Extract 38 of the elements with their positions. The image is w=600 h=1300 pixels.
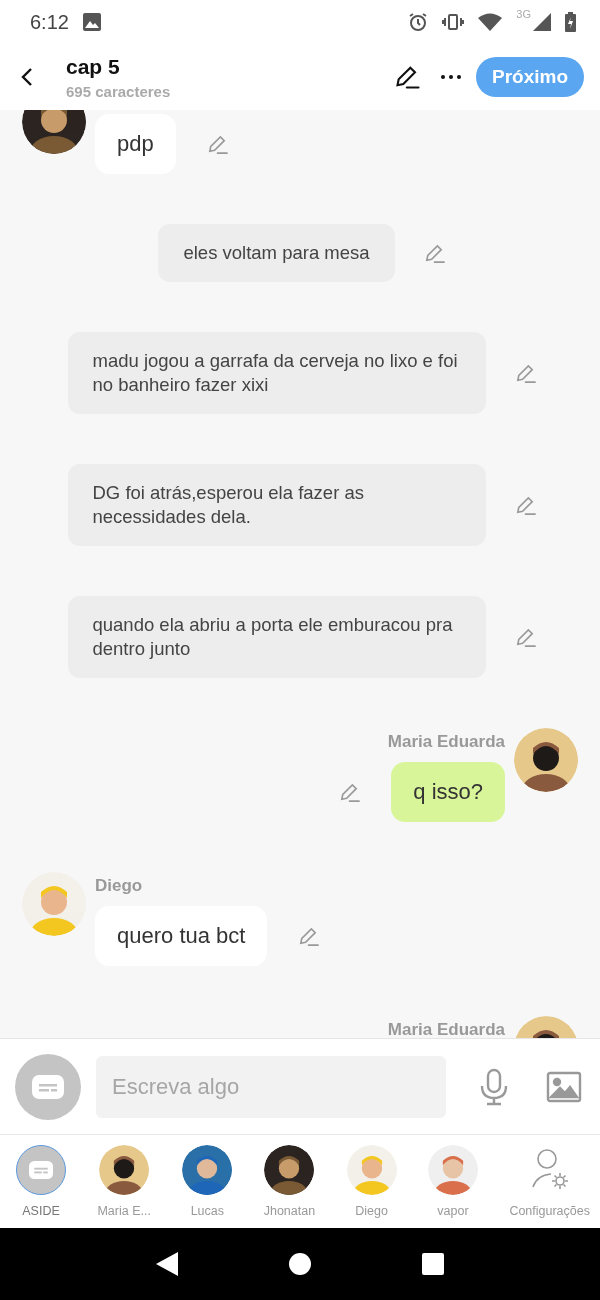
character-tab[interactable]: vapor [427,1145,478,1218]
narration-bubble: eles voltam para mesa [158,224,395,282]
narration-bubble: madu jogou a garrafa da cerveja no lixo e foi no banheiro fazer xixi [67,332,486,414]
character-name: Maria Eduarda [387,732,505,752]
character-count: 695 caracteres [66,82,171,100]
battery-icon [565,12,576,32]
microphone-icon [479,1067,509,1106]
vibrate-icon [442,13,465,31]
character-tab[interactable]: Maria E... [97,1145,151,1218]
image-icon [82,13,101,31]
signal-icon [533,13,551,31]
alarm-icon [408,12,429,32]
message-bubble: quero tua bct [95,906,268,966]
image-icon [546,1070,582,1103]
back-nav-icon[interactable] [155,1252,178,1276]
message-bubble: q isso? [391,762,505,822]
status-time: 6:12 [30,10,69,34]
home-nav-icon[interactable] [289,1253,311,1275]
message-input[interactable]: Escreva algo [96,1055,446,1118]
note-icon [32,1074,64,1099]
chapter-title: cap 5 [66,54,121,79]
more-icon [439,74,462,80]
note-icon [29,1161,53,1179]
character-name: Diego [95,876,143,896]
recents-nav-icon[interactable] [422,1253,445,1275]
character-tab[interactable]: Lucas [182,1145,233,1218]
network-type: 3G [516,8,531,20]
character-tab[interactable]: Diego [346,1145,397,1218]
message-bubble: pdp [95,114,176,174]
narration-bubble: DG foi atrás,esperou ela fazer as necessidades dela. [67,464,486,546]
character-tab[interactable]: ASIDE [16,1145,66,1218]
character-tab[interactable]: Jhonatan [263,1145,316,1218]
character-tab[interactable]: Configurações [509,1145,590,1218]
wifi-icon [478,13,503,31]
character-name: Maria Eduarda [387,1020,505,1038]
narration-bubble: quando ela abriu a porta ele emburacou pra dentro junto [67,596,486,678]
next-button[interactable]: Próximo [475,57,584,97]
pencil-icon [393,63,422,91]
